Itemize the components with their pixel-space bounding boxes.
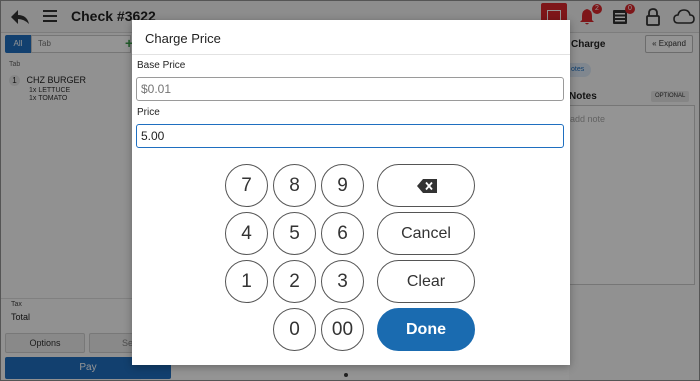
dialog-header: Charge Price <box>132 20 570 55</box>
price-field[interactable]: 5.00 <box>136 124 564 148</box>
key-5[interactable]: 5 <box>273 212 316 255</box>
key-0[interactable]: 0 <box>273 308 316 351</box>
key-7[interactable]: 7 <box>225 164 268 207</box>
cancel-button[interactable]: Cancel <box>377 212 475 255</box>
key-1[interactable]: 1 <box>225 260 268 303</box>
base-price-label: Base Price <box>137 60 186 71</box>
key-3[interactable]: 3 <box>321 260 364 303</box>
backspace-icon <box>417 179 437 193</box>
key-00[interactable]: 00 <box>321 308 364 351</box>
base-price-field[interactable] <box>136 77 564 101</box>
key-9[interactable]: 9 <box>321 164 364 207</box>
key-6[interactable]: 6 <box>321 212 364 255</box>
key-8[interactable]: 8 <box>273 164 316 207</box>
backspace-button[interactable] <box>377 164 475 207</box>
app-frame: Check #3622 2 0 All Tab + Tab 1 CHZ BURG… <box>0 0 700 381</box>
page-indicator-dot <box>344 373 348 377</box>
done-button[interactable]: Done <box>377 308 475 351</box>
key-2[interactable]: 2 <box>273 260 316 303</box>
price-label: Price <box>137 107 160 118</box>
charge-price-dialog: Charge Price Base Price Price 5.00 7 8 9… <box>132 20 570 365</box>
key-4[interactable]: 4 <box>225 212 268 255</box>
clear-button[interactable]: Clear <box>377 260 475 303</box>
dialog-title: Charge Price <box>145 31 221 46</box>
